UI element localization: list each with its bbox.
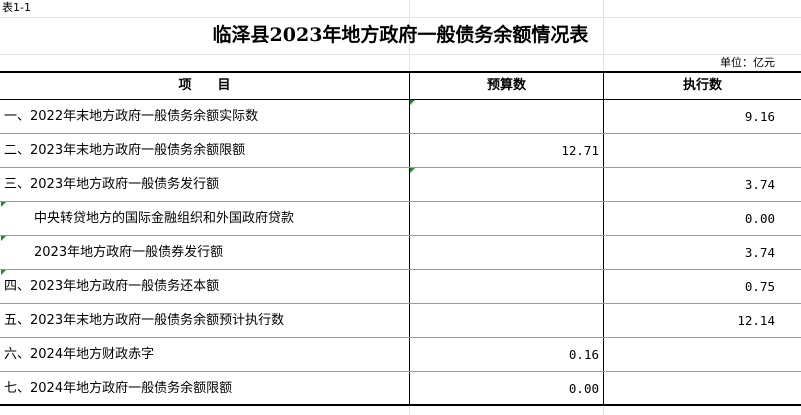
row-item: 六、2024年地方财政赤字 <box>4 347 155 362</box>
table-row[interactable]: 三、2023年地方政府一般债务发行额 3.74 <box>0 168 801 202</box>
table-row[interactable]: 七、2024年地方政府一般债务余额限额 0.00 <box>0 372 801 406</box>
table-row[interactable]: 二、2023年末地方政府一般债务余额限额 12.71 <box>0 134 801 168</box>
sheet-label: 表1-1 <box>2 1 31 14</box>
table-row[interactable]: 2023年地方政府一般债券发行额 3.74 <box>0 236 801 270</box>
row-budget <box>410 202 599 236</box>
cell-indicator-icon <box>1 236 6 241</box>
header-actual: 执行数 <box>682 78 722 93</box>
cell-indicator-icon <box>410 168 415 173</box>
row-actual: 3.74 <box>744 245 775 260</box>
table-row[interactable]: 中央转贷地方的国际金融组织和外国政府贷款 0.00 <box>0 202 801 236</box>
row-actual: 9.16 <box>744 109 775 124</box>
gridline <box>0 54 801 55</box>
row-budget <box>410 270 599 304</box>
row-budget: 0.16 <box>568 347 599 362</box>
row-actual: 12.14 <box>737 313 775 328</box>
page-title: 临泽县2023年地方政府一般债务余额情况表 <box>212 24 589 46</box>
cell-indicator-icon <box>410 100 415 105</box>
cell-indicator-icon <box>1 270 6 275</box>
row-actual <box>604 338 775 372</box>
row-actual: 0.75 <box>744 279 775 294</box>
row-item: 三、2023年地方政府一般债务发行额 <box>4 177 220 192</box>
row-item: 一、2022年末地方政府一般债务余额实际数 <box>4 109 259 124</box>
row-budget <box>410 100 599 134</box>
row-budget <box>410 168 599 202</box>
row-item: 七、2024年地方政府一般债务余额限额 <box>4 381 233 396</box>
row-item: 中央转贷地方的国际金融组织和外国政府贷款 <box>34 211 295 226</box>
table-row[interactable]: 四、2023年地方政府一般债务还本额 0.75 <box>0 270 801 304</box>
row-actual: 3.74 <box>744 177 775 192</box>
row-actual <box>604 372 775 406</box>
header-item: 项 目 <box>178 78 231 93</box>
row-budget: 0.00 <box>568 381 599 396</box>
table-row[interactable]: 六、2024年地方财政赤字 0.16 <box>0 338 801 372</box>
row-actual <box>604 134 775 168</box>
cell-indicator-icon <box>1 202 6 207</box>
spreadsheet: 表1-1 临泽县2023年地方政府一般债务余额情况表 单位：亿元 项 目 预算数… <box>0 0 801 415</box>
unit-label: 单位：亿元 <box>720 56 775 69</box>
header-budget: 预算数 <box>486 78 526 93</box>
row-actual: 0.00 <box>744 211 775 226</box>
row-item: 四、2023年地方政府一般债务还本额 <box>4 279 220 294</box>
table-row[interactable]: 五、2023年末地方政府一般债务余额预计执行数 12.14 <box>0 304 801 338</box>
table-bottom-border <box>0 404 801 406</box>
row-budget <box>410 304 599 338</box>
row-budget <box>410 236 599 270</box>
row-item: 二、2023年末地方政府一般债务余额限额 <box>4 143 246 158</box>
row-item: 2023年地方政府一般债券发行额 <box>34 245 224 260</box>
table-row[interactable]: 一、2022年末地方政府一般债务余额实际数 9.16 <box>0 100 801 134</box>
row-budget: 12.71 <box>561 143 599 158</box>
gridline <box>0 17 801 18</box>
row-item: 五、2023年末地方政府一般债务余额预计执行数 <box>4 313 285 328</box>
